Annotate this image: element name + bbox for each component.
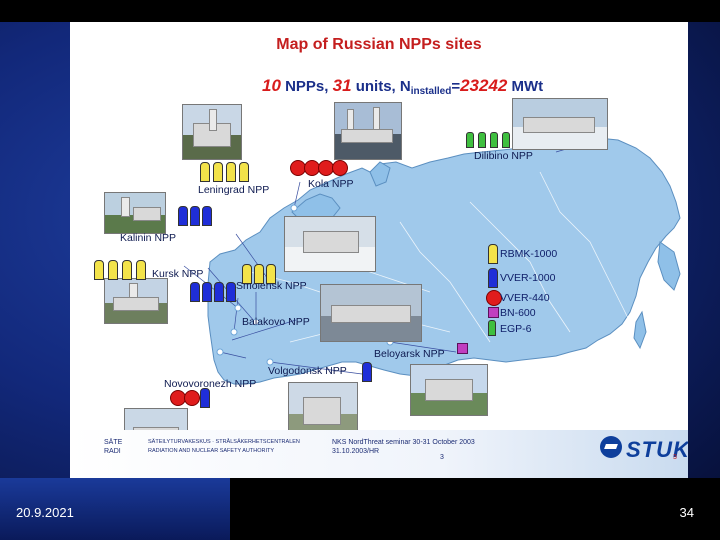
site-label-beloyarsk: Beloyarsk NPP	[374, 348, 445, 360]
inner-page-number: 3	[440, 454, 444, 461]
site-label-leningrad: Leningrad NPP	[198, 184, 270, 196]
footer-date: 20.9.2021	[16, 505, 74, 520]
stuk-logo: STUK	[626, 437, 688, 462]
sakhalin	[633, 310, 647, 350]
smolensk-photo	[284, 216, 376, 272]
site-label-kola: Kola NPP	[308, 178, 354, 190]
volgodonsk-unit	[362, 362, 372, 382]
legend-swatch-vver1000	[488, 268, 498, 288]
slide-content: Map of Russian NPPs sites 10 NPPs, 31 un…	[70, 22, 688, 478]
inner-corner-number: 3	[673, 454, 677, 461]
kalinin-photo	[104, 192, 166, 234]
beloyarsk-photo	[410, 364, 488, 416]
stuk-logo-icon	[600, 436, 622, 458]
kola-photo	[334, 102, 402, 160]
site-label-novovoronezh: Novovoronezh NPP	[164, 378, 257, 390]
leningrad-photo	[182, 104, 242, 160]
legend-label-vver440: VVER-440	[500, 292, 550, 304]
footer-org-left-line1: SÄTE	[104, 439, 123, 446]
site-label-kursk: Kursk NPP	[152, 268, 204, 280]
kursk-photo	[104, 278, 168, 324]
footer-org-left: SÄTE RADI	[104, 438, 122, 456]
legend-swatch-egp6	[488, 320, 496, 336]
footer-event-line2: 31.10.2003/HR	[332, 448, 380, 455]
site-label-kalinin: Kalinin NPP	[120, 232, 177, 244]
footer-org-mid-line2: RADIATION AND NUCLEAR SAFETY AUTHORITY	[148, 448, 275, 454]
legend-label-egp6: EGP-6	[500, 323, 532, 335]
beloyarsk-unit	[457, 343, 468, 354]
legend-label-vver1000: VVER-1000	[500, 272, 556, 284]
dilibino-photo	[512, 98, 608, 150]
site-label-dilibino: Dilibino NPP	[474, 150, 533, 162]
legend-swatch-rbmk	[488, 244, 498, 264]
site-label-balakovo: Balakovo NPP	[242, 316, 310, 328]
footer-org-left-line2: RADI	[104, 448, 121, 455]
footer-org-mid-line1: SÄTEILYTURVAKESKUS · STRÅLSÄKERHETSCENTR…	[148, 439, 300, 445]
presentation-slide: Map of Russian NPPs sites 10 NPPs, 31 un…	[0, 0, 720, 540]
footer-event: NKS NordThreat seminar 30-31 October 200…	[332, 438, 475, 456]
footer-event-line1: NKS NordThreat seminar 30-31 October 200…	[332, 439, 475, 446]
legend-label-bn600: BN-600	[500, 307, 536, 319]
top-bar	[0, 0, 720, 22]
legend-swatch-bn600	[488, 307, 499, 318]
site-label-volgodonsk: Volgodonsk NPP	[268, 365, 347, 377]
footer-page-number: 34	[679, 505, 694, 520]
footer-org-mid: SÄTEILYTURVAKESKUS · STRÅLSÄKERHETSCENTR…	[148, 438, 300, 456]
legend-label-rbmk: RBMK-1000	[500, 248, 558, 260]
kamchatka	[657, 241, 681, 291]
balakovo-photo	[320, 284, 422, 342]
